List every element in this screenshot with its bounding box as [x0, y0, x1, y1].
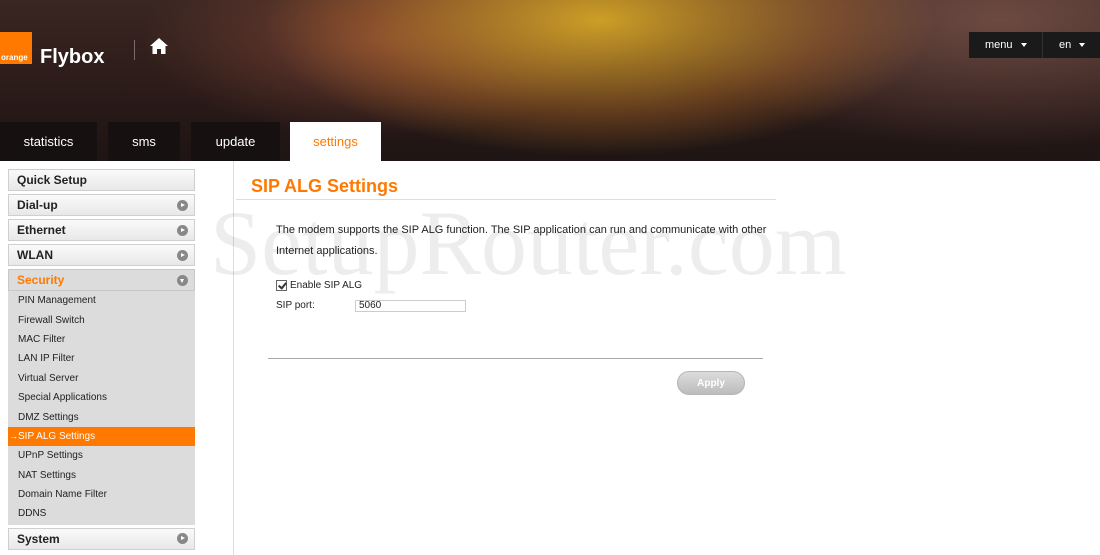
- sidebar-subitem-ddns[interactable]: DDNS: [8, 504, 195, 523]
- page-title: SIP ALG Settings: [251, 176, 399, 196]
- sidebar-subitem-lan-ip-filter[interactable]: LAN IP Filter: [8, 349, 195, 368]
- sidebar-section-label: System: [17, 531, 60, 546]
- sidebar-section-label: Security: [17, 273, 65, 287]
- chevron-right-icon: [177, 224, 188, 236]
- tab-update[interactable]: update: [191, 122, 280, 161]
- sidebar-item-system[interactable]: System: [8, 527, 195, 550]
- header-divider: [134, 40, 135, 60]
- home-icon[interactable]: [149, 37, 169, 55]
- description-text: The modem supports the SIP ALG function.…: [276, 224, 767, 257]
- sidebar-item-security[interactable]: Security: [8, 269, 195, 291]
- top-menu-bar: menu en: [969, 32, 1100, 58]
- sidebar-item-ethernet[interactable]: Ethernet: [8, 219, 195, 241]
- sidebar-subitem-pin-management[interactable]: PIN Management: [8, 291, 195, 310]
- sidebar-subitem-label: SIP ALG Settings: [18, 430, 96, 442]
- title-underline: [236, 199, 776, 200]
- chevron-down-icon: [1020, 43, 1027, 47]
- sidebar-subitem-nat-settings[interactable]: NAT Settings: [8, 466, 195, 485]
- content-divider: [233, 161, 234, 555]
- tab-statistics[interactable]: statistics: [0, 122, 97, 161]
- orange-logo[interactable]: orange: [0, 32, 32, 64]
- language-dropdown[interactable]: en: [1043, 32, 1100, 58]
- chevron-right-icon: [177, 249, 188, 261]
- sidebar-subitem-virtual-server[interactable]: Virtual Server: [8, 369, 195, 388]
- sidebar-subitem-firewall-switch[interactable]: Firewall Switch: [8, 310, 195, 329]
- sidebar-subitem-mac-filter[interactable]: MAC Filter: [8, 330, 195, 349]
- chevron-down-icon: [177, 274, 188, 286]
- sip-port-input[interactable]: 5060: [355, 300, 466, 312]
- logo-text: orange: [1, 53, 28, 62]
- sidebar-item-wlan[interactable]: WLAN: [8, 244, 195, 266]
- sidebar-subitem-special-applications[interactable]: Special Applications: [8, 388, 195, 407]
- menu-label: menu: [985, 39, 1013, 51]
- sip-port-label: SIP port:: [276, 300, 315, 311]
- sidebar-subitem-dmz-settings[interactable]: DMZ Settings: [8, 407, 195, 426]
- chevron-down-icon: [1079, 43, 1086, 47]
- sidebar-section-label: WLAN: [17, 248, 53, 262]
- tab-sms[interactable]: sms: [108, 122, 180, 161]
- sidebar-menu: Quick Setup Dial-up Ethernet WLAN Securi…: [8, 169, 195, 553]
- sidebar-item-dial-up[interactable]: Dial-up: [8, 194, 195, 216]
- sidebar-item-quick-setup[interactable]: Quick Setup: [8, 169, 195, 191]
- sidebar-section-label: Quick Setup: [17, 173, 88, 187]
- sidebar-subitem-sip-alg-settings[interactable]: → SIP ALG Settings: [8, 426, 195, 447]
- brand-name: Flybox: [40, 46, 105, 68]
- apply-button[interactable]: Apply: [677, 371, 745, 395]
- sidebar-section-label: Dial-up: [17, 198, 58, 212]
- header-banner: orange Flybox menu en statistics sms upd…: [0, 0, 1100, 161]
- enable-sip-alg-row: Enable SIP ALG: [276, 280, 362, 291]
- tab-settings[interactable]: settings: [290, 122, 381, 161]
- language-label: en: [1059, 39, 1072, 51]
- enable-sip-alg-checkbox[interactable]: [276, 280, 287, 291]
- enable-sip-alg-label: Enable SIP ALG: [290, 280, 363, 291]
- chevron-right-icon: [177, 533, 188, 545]
- form-separator: [268, 358, 763, 359]
- arrow-right-icon: →: [9, 431, 18, 442]
- sidebar-section-label: Ethernet: [17, 223, 66, 237]
- chevron-right-icon: [177, 199, 188, 211]
- sidebar-subitem-domain-name-filter[interactable]: Domain Name Filter: [8, 485, 195, 504]
- menu-dropdown[interactable]: menu: [969, 32, 1043, 58]
- sidebar-subitem-upnp-settings[interactable]: UPnP Settings: [8, 446, 195, 465]
- security-submenu: PIN Management Firewall Switch MAC Filte…: [8, 291, 195, 525]
